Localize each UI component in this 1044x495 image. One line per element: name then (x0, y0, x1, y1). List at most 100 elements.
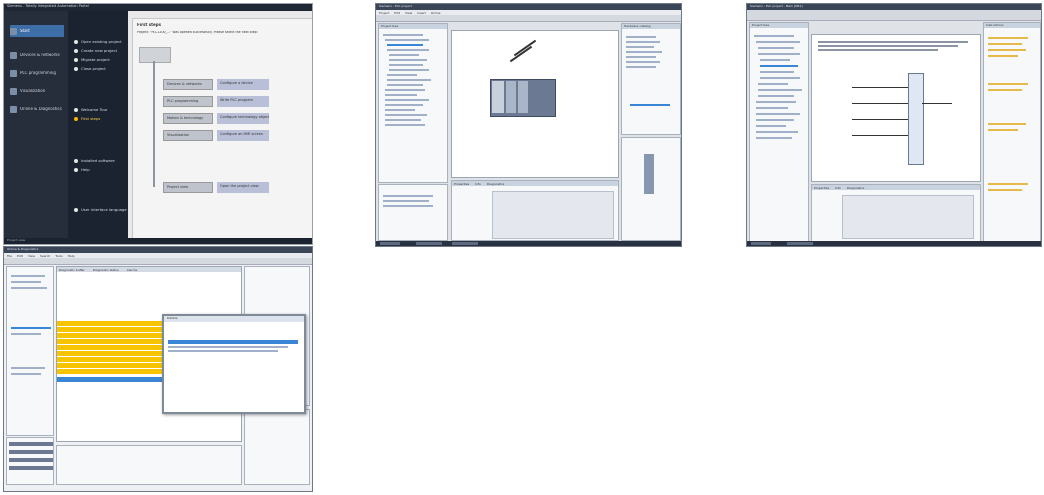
action-create-project[interactable]: Create new project (74, 49, 117, 53)
tree-item[interactable] (385, 119, 421, 121)
catalog-item[interactable] (626, 41, 660, 43)
tree-item[interactable] (389, 64, 423, 66)
catalog-item[interactable] (626, 66, 656, 68)
tree-item[interactable] (389, 59, 427, 61)
sidebar-item-start[interactable]: Start (10, 25, 64, 37)
action-open-project[interactable]: Open existing project (74, 40, 122, 44)
tab-diagnostics[interactable]: Diagnostics (847, 186, 864, 190)
instruction-folder[interactable] (988, 189, 1022, 191)
tree-item[interactable] (756, 125, 786, 127)
taskbar-button[interactable] (380, 242, 400, 245)
sidebar-item-online-diagnostics[interactable]: Online & Diagnostics (10, 103, 64, 115)
step-button-visualization[interactable]: Visualization (163, 130, 213, 141)
tree-item[interactable] (387, 79, 431, 81)
catalog-item[interactable] (626, 56, 656, 58)
action-close-project[interactable]: Close project (74, 67, 106, 71)
dialog-row[interactable] (168, 350, 278, 352)
tab-info[interactable]: Info (835, 186, 841, 190)
tree-item[interactable] (758, 47, 794, 49)
thumbnail-portal-view[interactable]: Siemens - Totally Integrated Automation … (3, 3, 313, 245)
menu-item[interactable]: Online (431, 11, 441, 15)
tree-item[interactable] (756, 101, 796, 103)
tree-item[interactable] (11, 367, 45, 369)
tree-item[interactable] (385, 114, 427, 116)
sidebar-item-visualization[interactable]: Visualization (10, 85, 64, 97)
tree-item[interactable] (11, 281, 41, 283)
tree-item[interactable] (760, 59, 790, 61)
details-dialog[interactable]: Details (162, 314, 306, 414)
taskbar-button[interactable] (751, 242, 771, 245)
io-module[interactable] (518, 81, 528, 113)
catalog-item[interactable] (626, 51, 662, 53)
ladder-editor[interactable] (811, 34, 981, 182)
details-row[interactable] (383, 205, 433, 207)
menu-item[interactable]: View (405, 11, 412, 15)
tree-item[interactable] (385, 109, 415, 111)
tree-item[interactable] (385, 39, 429, 41)
tree-item[interactable] (11, 287, 47, 289)
details-row[interactable] (383, 195, 433, 197)
device-canvas[interactable] (451, 30, 619, 178)
action-installed-software[interactable]: Installed software (74, 159, 115, 163)
tree-item-selected[interactable] (387, 44, 423, 46)
menu-item[interactable]: Tools (55, 254, 62, 258)
tree-item-selected[interactable] (760, 65, 798, 67)
menu-item[interactable]: Edit (394, 11, 400, 15)
instruction-folder[interactable] (988, 49, 1026, 51)
tree-item[interactable] (383, 34, 423, 36)
tree-item[interactable] (756, 107, 788, 109)
session-item[interactable] (9, 442, 53, 446)
dialog-row[interactable] (168, 346, 288, 348)
taskbar-button[interactable] (452, 242, 478, 245)
instruction-folder[interactable] (988, 123, 1026, 125)
tab-diagnostics[interactable]: Diagnostics (487, 182, 504, 186)
tab-properties[interactable]: Properties (454, 182, 469, 186)
menu-item[interactable]: Help (68, 254, 75, 258)
taskbar-button[interactable] (416, 242, 442, 245)
tree-item[interactable] (385, 89, 425, 91)
tree-item[interactable] (754, 35, 794, 37)
tree-item[interactable] (385, 99, 429, 101)
tree-item[interactable] (756, 137, 792, 139)
tree-item[interactable] (389, 54, 419, 56)
instruction-folder[interactable] (988, 129, 1018, 131)
tab-info[interactable]: Info (475, 182, 481, 186)
tab-diagnostic-status[interactable]: Diagnostic status (93, 268, 119, 272)
step-button-devices[interactable]: Devices & networks (163, 79, 213, 90)
instruction-folder[interactable] (988, 55, 1018, 57)
function-block[interactable] (908, 73, 924, 165)
thumbnail-diagnostics[interactable]: Online & Diagnostics File Edit View Sear… (3, 246, 313, 492)
taskbar-button[interactable] (787, 242, 813, 245)
tree-item[interactable] (11, 333, 41, 335)
tree-item[interactable] (11, 373, 41, 375)
tree-item[interactable] (758, 95, 794, 97)
tree-item[interactable] (756, 41, 800, 43)
tree-item[interactable] (758, 53, 800, 55)
tree-item[interactable] (760, 77, 800, 79)
cpu-module[interactable] (492, 81, 504, 113)
thumbnail-device-view[interactable]: Siemens - PLC project Project Edit View … (375, 3, 682, 247)
tree-item[interactable] (387, 49, 429, 51)
action-migrate-project[interactable]: Migrate project (74, 58, 110, 62)
tree-item[interactable] (756, 119, 794, 121)
sidebar-item-devices[interactable]: Devices & networks (10, 49, 64, 61)
tree-item[interactable] (385, 94, 417, 96)
session-item[interactable] (9, 458, 53, 462)
menu-item[interactable]: Search (40, 254, 50, 258)
step-button-project-view[interactable]: Project view (163, 182, 213, 193)
catalog-item[interactable] (626, 36, 656, 38)
session-item[interactable] (9, 450, 53, 454)
action-welcome-tour[interactable]: Welcome Tour (74, 108, 108, 112)
instruction-folder[interactable] (988, 89, 1022, 91)
tree-item[interactable] (389, 69, 429, 71)
menu-item[interactable]: File (7, 254, 12, 258)
thumbnail-program-editor[interactable]: Siemens - PLC project - Main [OB1] Proje… (746, 3, 1042, 247)
tree-item[interactable] (387, 74, 417, 76)
tree-item[interactable] (758, 89, 802, 91)
action-help[interactable]: Help (74, 168, 90, 172)
tree-item[interactable] (758, 83, 788, 85)
menu-item[interactable]: Project (379, 11, 389, 15)
instruction-folder[interactable] (988, 183, 1028, 185)
tree-item[interactable] (756, 131, 798, 133)
tree-item[interactable] (756, 113, 800, 115)
